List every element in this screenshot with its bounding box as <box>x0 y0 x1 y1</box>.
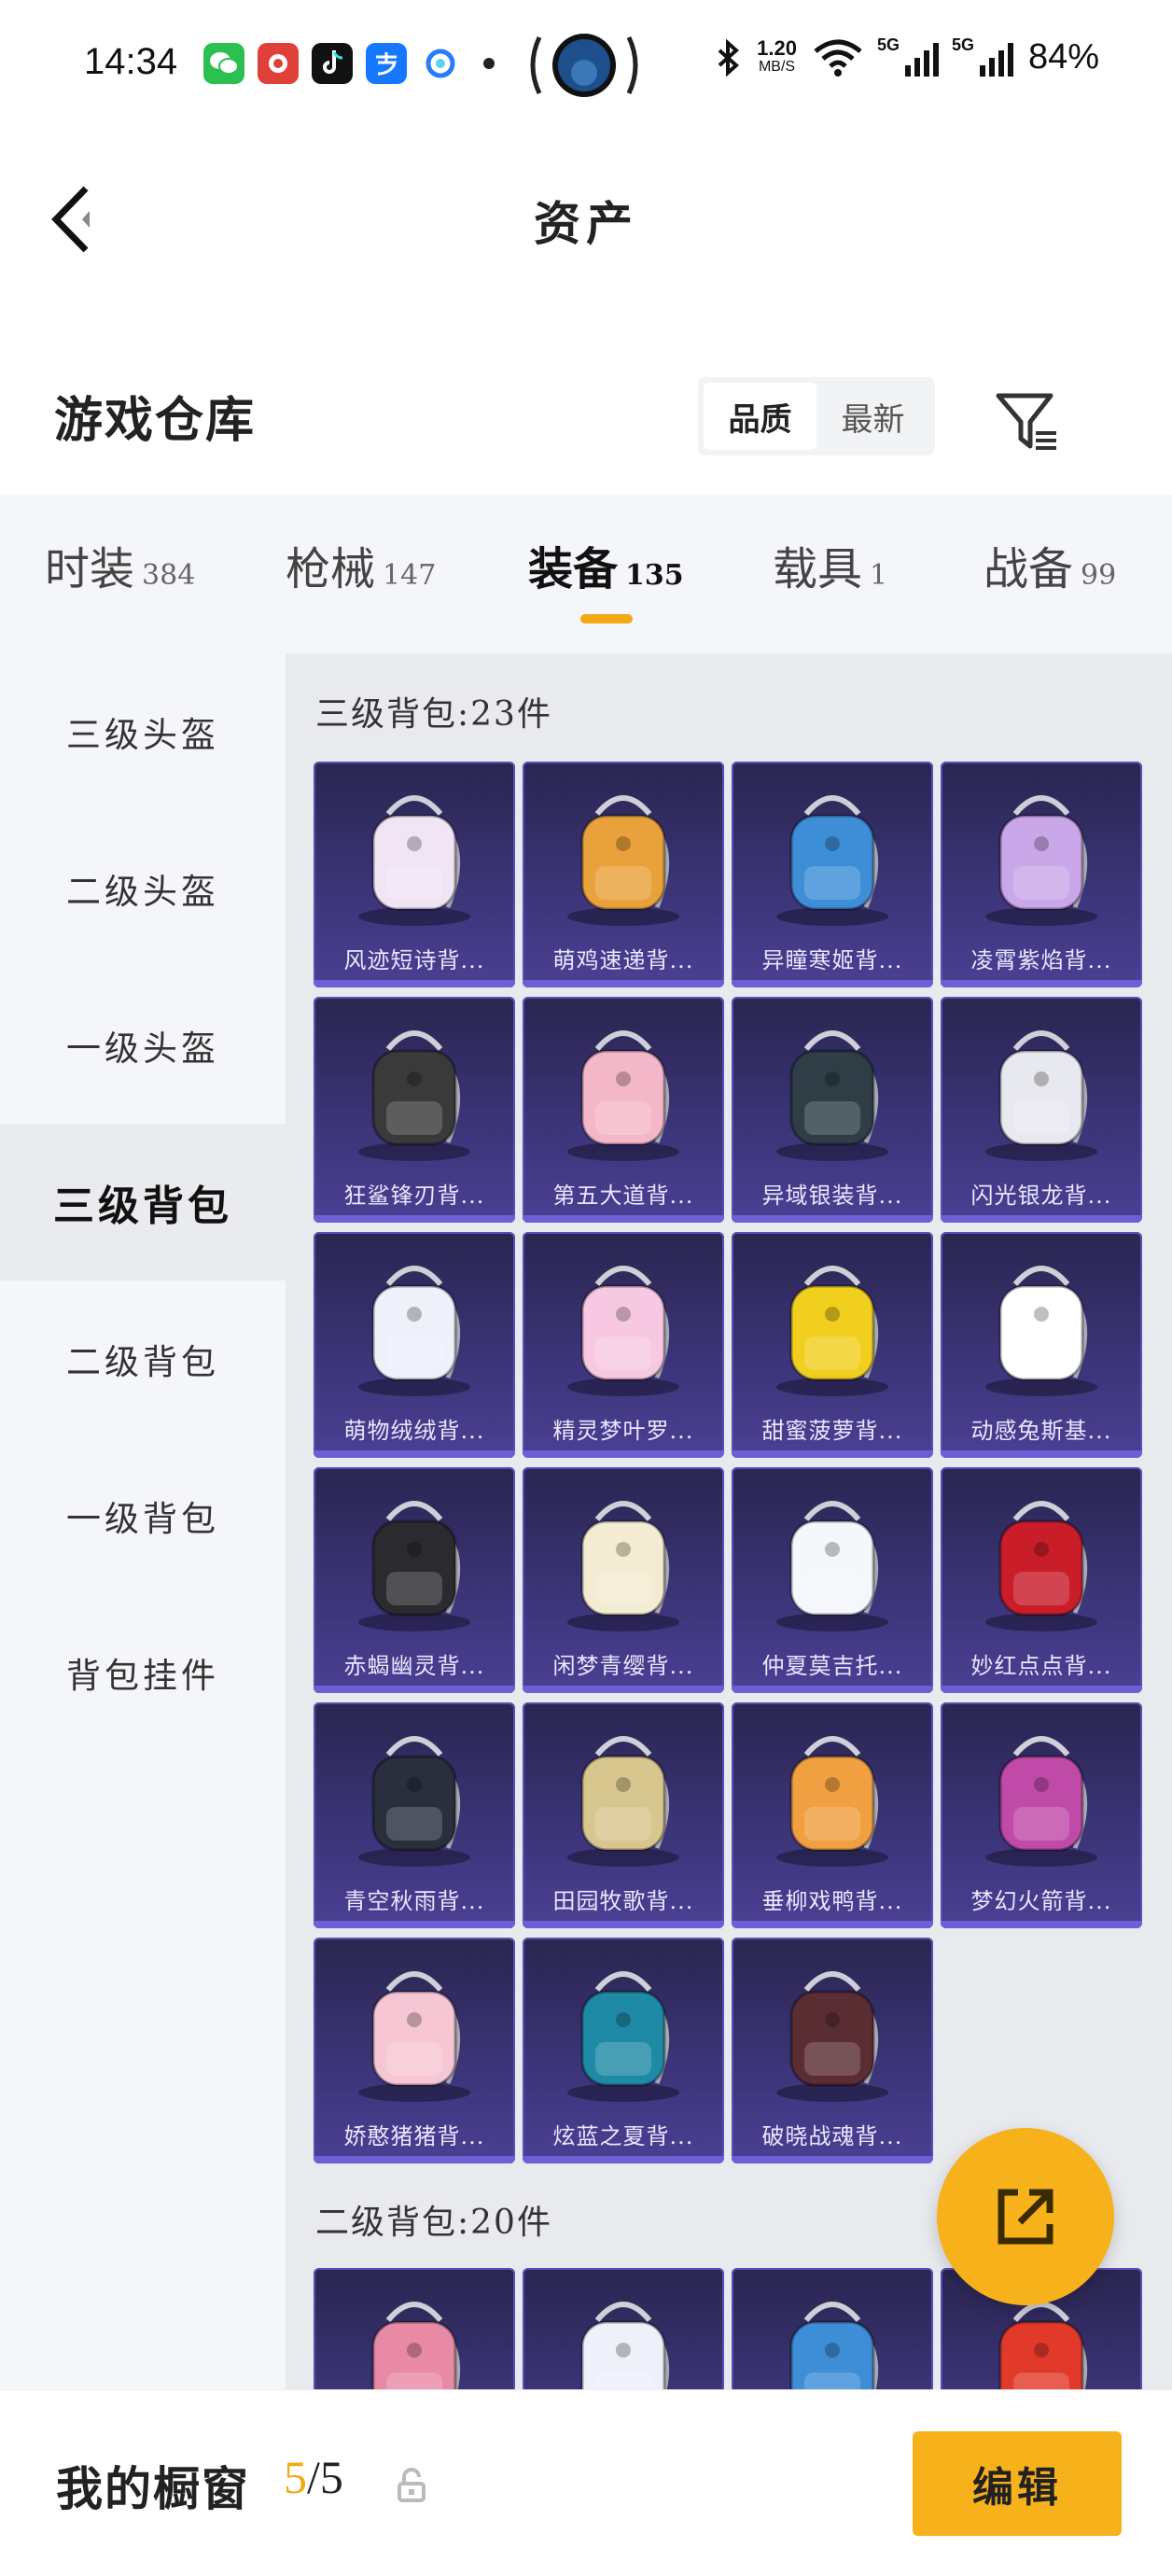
item-card[interactable] <box>314 2268 515 2389</box>
item-card[interactable]: 风迹短诗背... <box>314 762 515 987</box>
item-card[interactable]: 田园牧歌背... <box>523 1702 724 1928</box>
item-name: 妙红点点背... <box>970 1653 1112 1679</box>
item-card[interactable]: 垂柳戏鸭背... <box>732 1702 933 1928</box>
tab-fashion[interactable]: 时装 384 <box>45 532 195 597</box>
wechat-icon <box>203 43 244 84</box>
notification-dot-icon <box>483 58 495 69</box>
tab-supplies[interactable]: 战备 99 <box>984 532 1116 597</box>
status-time: 14:34 <box>84 41 178 82</box>
item-card[interactable]: 萌鸡速递背... <box>523 762 724 987</box>
item-name: 异瞳寒姬背... <box>761 947 903 973</box>
sort-newest-option[interactable]: 最新 <box>816 383 929 450</box>
status-app-icons <box>203 43 495 84</box>
item-name: 动感兔斯基... <box>970 1418 1112 1444</box>
sidenav-item-backpack-charm[interactable]: 背包挂件 <box>0 1594 286 1751</box>
item-name: 垂柳戏鸭背... <box>761 1888 903 1914</box>
item-card[interactable]: 第五大道背... <box>523 997 724 1223</box>
item-name: 破晓战魂背... <box>761 2123 903 2149</box>
sidenav-item-level2-backpack[interactable]: 二级背包 <box>0 1281 286 1437</box>
item-card[interactable]: 精灵梦叶罗... <box>523 1232 724 1458</box>
sidenav-item-level1-backpack[interactable]: 一级背包 <box>0 1437 286 1594</box>
item-card[interactable]: 妙红点点背... <box>941 1467 1142 1693</box>
item-name: 炫蓝之夏背... <box>552 2123 694 2149</box>
signal-icon-2: 5G <box>952 35 1013 77</box>
sidenav-item-level1-helmet[interactable]: 一级头盔 <box>0 967 286 1124</box>
item-card[interactable]: 仲夏莫吉托... <box>732 1467 933 1693</box>
share-icon <box>998 2189 1053 2245</box>
tab-equipment[interactable]: 装备 135 <box>528 532 684 597</box>
item-name: 闪光银龙背... <box>970 1183 1112 1209</box>
showcase-count: 5/5 <box>284 2451 343 2503</box>
item-card[interactable]: 娇憨猪猪背... <box>314 1938 515 2163</box>
item-card[interactable]: 梦幻火箭背... <box>941 1702 1142 1928</box>
item-grid-level3: 风迹短诗背... 萌鸡速递背... 异瞳寒姬背... 凌霄紫焰背... 狂鲨锋刃背...… <box>314 762 1142 2163</box>
item-name: 甜蜜菠萝背... <box>761 1418 903 1444</box>
item-card[interactable]: 异域银装背... <box>732 997 933 1223</box>
item-card[interactable] <box>523 2268 724 2389</box>
sidenav-item-level3-helmet[interactable]: 三级头盔 <box>0 653 286 810</box>
item-card[interactable]: 炫蓝之夏背... <box>523 1938 724 2163</box>
item-name: 精灵梦叶罗... <box>552 1418 694 1444</box>
status-right: 1.20 MB/S 5G 5G 84% <box>714 35 1099 77</box>
signal-icon: 5G <box>877 35 939 77</box>
filter-button[interactable] <box>989 383 1064 457</box>
battery-level: 84% <box>1027 37 1099 77</box>
item-card[interactable]: 青空秋雨背... <box>314 1702 515 1928</box>
item-name: 田园牧歌背... <box>552 1888 694 1914</box>
sort-toggle: 品质 最新 <box>698 377 935 455</box>
sub-category-nav: 三级头盔 二级头盔 一级头盔 三级背包 二级背包 一级背包 背包挂件 <box>0 653 286 2389</box>
tiktok-icon <box>312 43 353 84</box>
item-name: 异域银装背... <box>761 1183 903 1209</box>
item-name: 梦幻火箭背... <box>970 1888 1112 1914</box>
item-card[interactable]: 闲梦青缨背... <box>523 1467 724 1693</box>
category-tabs: 时装 384 枪械 147 装备 135 载具 1 战备 99 <box>0 495 1172 653</box>
lock-icon <box>398 2468 426 2502</box>
item-name: 凌霄紫焰背... <box>970 947 1112 973</box>
item-name: 仲夏莫吉托... <box>761 1653 903 1679</box>
item-card[interactable]: 萌物绒绒背... <box>314 1232 515 1458</box>
showcase-label: 我的橱窗 <box>56 2461 250 2516</box>
item-name: 第五大道背... <box>552 1183 694 1209</box>
sidenav-item-level2-helmet[interactable]: 二级头盔 <box>0 810 286 967</box>
edit-button[interactable]: 编辑 <box>913 2431 1122 2536</box>
wifi-icon <box>814 39 862 77</box>
warehouse-title: 游戏仓库 <box>54 392 257 449</box>
alipay-icon <box>366 43 407 84</box>
item-card[interactable]: 闪光银龙背... <box>941 997 1142 1223</box>
item-card[interactable]: 破晓战魂背... <box>732 1938 933 2163</box>
tab-firearms[interactable]: 枪械 147 <box>286 532 436 597</box>
filter-icon <box>996 393 1056 450</box>
sidenav-item-level3-backpack[interactable]: 三级背包 <box>0 1124 286 1281</box>
share-button[interactable] <box>937 2128 1114 2305</box>
status-bar: 14:34 1.20 MB/S 5G 5G 84% <box>0 0 1172 131</box>
item-name: 萌鸡速递背... <box>552 947 694 973</box>
item-card[interactable]: 动感兔斯基... <box>941 1232 1142 1458</box>
dynamic-island <box>519 28 649 103</box>
item-card[interactable]: 异瞳寒姬背... <box>732 762 933 987</box>
network-speed: 1.20 MB/S <box>757 35 797 75</box>
item-name: 青空秋雨背... <box>343 1888 485 1914</box>
bluetooth-icon <box>718 38 740 77</box>
section-label-level3-backpack: 三级背包:23件 <box>315 695 552 734</box>
item-card[interactable]: 狂鲨锋刃背... <box>314 997 515 1223</box>
item-card[interactable]: 凌霄紫焰背... <box>941 762 1142 987</box>
page-title: 资产 <box>534 196 638 251</box>
item-card[interactable]: 甜蜜菠萝背... <box>732 1232 933 1458</box>
item-name: 赤蝎幽灵背... <box>343 1653 485 1679</box>
item-card[interactable] <box>732 2268 933 2389</box>
showcase-bar: 我的橱窗 5/5 编辑 <box>0 2389 1172 2576</box>
tab-vehicles[interactable]: 载具 1 <box>773 532 887 597</box>
item-name: 风迹短诗背... <box>343 947 485 973</box>
active-tab-indicator <box>580 614 633 623</box>
item-card[interactable]: 赤蝎幽灵背... <box>314 1467 515 1693</box>
meituan-icon <box>258 43 299 84</box>
item-name: 闲梦青缨背... <box>552 1653 694 1679</box>
item-name: 萌物绒绒背... <box>343 1418 485 1444</box>
item-name: 狂鲨锋刃背... <box>343 1183 485 1209</box>
section-label-level2-backpack: 二级背包:20件 <box>315 2204 552 2242</box>
sort-quality-option[interactable]: 品质 <box>704 383 816 450</box>
browser-icon <box>420 43 461 84</box>
item-name: 娇憨猪猪背... <box>343 2123 485 2149</box>
